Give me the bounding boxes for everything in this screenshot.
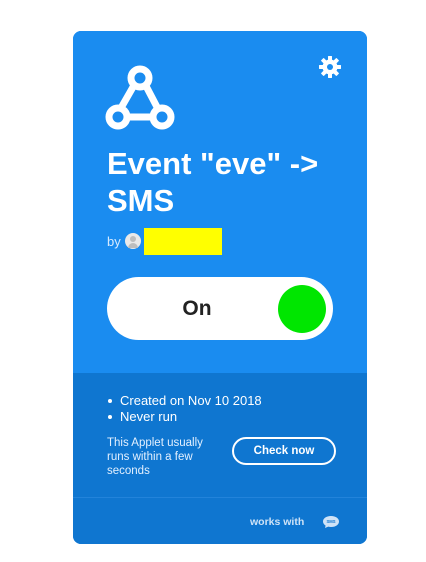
webhooks-icon: [105, 65, 175, 130]
avatar: [124, 233, 141, 249]
applet-header: Event "eve" -> SMS by On: [73, 31, 367, 373]
applet-details: Created on Nov 10 2018 Never run This Ap…: [73, 373, 367, 544]
author-name[interactable]: [143, 227, 222, 255]
applet-card: Event "eve" -> SMS by On Created on Nov …: [73, 31, 367, 544]
list-item: Created on Nov 10 2018: [107, 393, 262, 409]
applet-toggle[interactable]: On: [107, 277, 333, 340]
byline: by: [107, 227, 222, 255]
info-list: Created on Nov 10 2018 Never run: [107, 393, 262, 425]
check-now-button[interactable]: Check now: [232, 437, 336, 465]
by-label: by: [107, 233, 121, 249]
toggle-knob[interactable]: [278, 285, 326, 333]
gear-icon[interactable]: [318, 55, 342, 79]
sms-icon-text: SMS: [326, 519, 335, 524]
works-with-label: works with: [250, 516, 305, 528]
list-item: Never run: [107, 409, 262, 425]
toggle-label: On: [182, 297, 212, 320]
sms-icon: SMS: [323, 516, 339, 528]
runs-note: This Applet usually runs within a few se…: [107, 437, 203, 477]
applet-title: Event "eve" -> SMS: [107, 146, 319, 218]
divider: [73, 497, 367, 498]
